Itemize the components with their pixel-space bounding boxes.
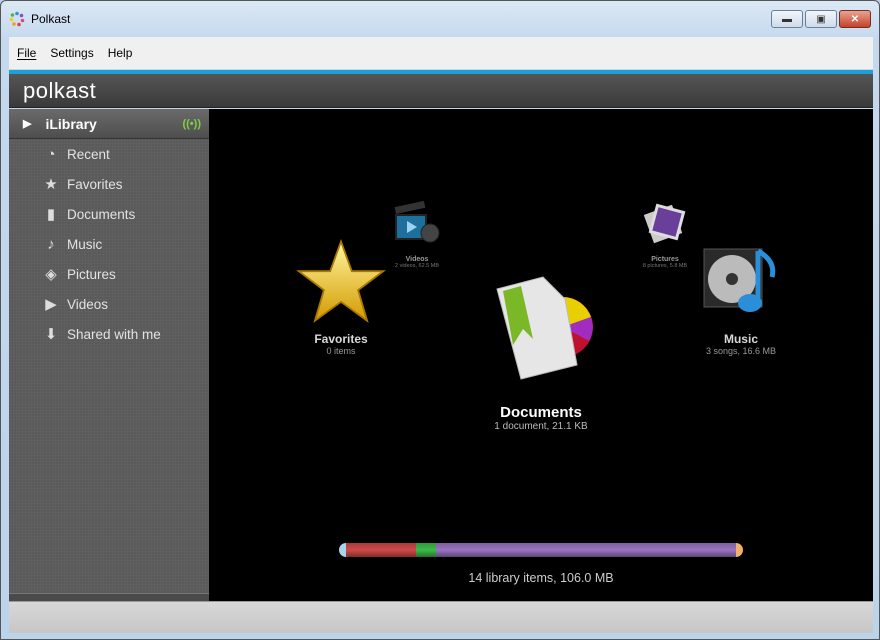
app-window: Polkast ▬ ▣ ✕ File Settings Help polkast… <box>0 0 880 640</box>
status-bar <box>9 601 873 633</box>
video-clapper-icon <box>394 200 440 243</box>
menu-bar: File Settings Help <box>9 37 873 69</box>
storage-bar-cap-left <box>339 543 346 557</box>
title-bar: Polkast <box>9 7 70 31</box>
clock-icon: ◔ <box>46 145 56 163</box>
sidebar-item-label: Videos <box>67 296 109 312</box>
tile-subtitle: 1 document, 21.1 KB <box>494 421 588 432</box>
menu-file[interactable]: File <box>17 46 36 60</box>
sidebar-footer <box>9 593 209 601</box>
sidebar-item-label: Pictures <box>67 266 116 282</box>
sidebar-item-videos[interactable]: ▶ Videos <box>9 289 209 319</box>
app-logo-icon <box>9 11 25 27</box>
library-carousel: Favorites 0 items Videos 2 videos, 62.5 … <box>209 109 873 601</box>
storage-bar-cap-right <box>735 543 743 557</box>
tile-subtitle: 2 videos, 62.5 MB <box>394 263 440 269</box>
tile-music[interactable]: Music 3 songs, 16.6 MB <box>693 241 789 356</box>
tile-videos[interactable]: Videos 2 videos, 62.5 MB <box>389 200 445 269</box>
close-icon: ✕ <box>850 13 860 25</box>
broadcast-icon: ((•)) <box>182 117 201 130</box>
tile-title: Pictures <box>651 256 679 263</box>
pictures-icon: ◈ <box>45 266 57 283</box>
star-icon <box>296 238 386 323</box>
maximize-icon: ▣ <box>816 13 826 25</box>
tile-subtitle: 0 items <box>326 346 356 356</box>
sidebar-item-label: Favorites <box>67 176 123 192</box>
music-note-icon: ♪ <box>47 235 55 253</box>
sidebar-item-documents[interactable]: ▮ Documents <box>9 199 209 229</box>
maximize-button[interactable]: ▣ <box>805 10 837 28</box>
music-cd-icon <box>703 248 776 312</box>
sidebar: ▶ iLibrary ((•)) ◔ Recent ★ Favorites ▮ Doc… <box>9 109 209 601</box>
expand-triangle-icon[interactable]: ▶ <box>23 117 31 130</box>
pictures-icon <box>643 203 686 244</box>
sidebar-item-label: Music <box>67 236 103 252</box>
sidebar-item-label: Recent <box>67 146 110 162</box>
menu-settings[interactable]: Settings <box>50 46 93 60</box>
sidebar-item-label: Shared with me <box>67 326 161 342</box>
brand-bar: polkast <box>9 74 873 108</box>
tile-title: Videos <box>405 256 429 263</box>
storage-bar-segment <box>435 543 736 557</box>
video-clapper-icon: ▶ <box>45 296 57 313</box>
sidebar-item-shared[interactable]: ⬇ Shared with me <box>9 319 209 349</box>
sidebar-header-ilibrary[interactable]: ▶ iLibrary ((•)) <box>9 109 209 139</box>
storage-bar-segment <box>416 543 436 557</box>
close-button[interactable]: ✕ <box>839 10 871 28</box>
menu-help[interactable]: Help <box>108 46 133 60</box>
minimize-icon: ▬ <box>782 13 792 25</box>
storage-bar <box>339 543 743 557</box>
window-title: Polkast <box>31 12 71 26</box>
sidebar-header-label: iLibrary <box>45 115 97 132</box>
tile-favorites[interactable]: Favorites 0 items <box>289 237 393 356</box>
document-chart-icon <box>496 276 593 380</box>
storage-summary: 14 library items, 106.0 MB <box>468 571 614 585</box>
tile-title: Documents <box>500 404 582 421</box>
tile-documents[interactable]: Documents 1 document, 21.1 KB <box>471 269 611 432</box>
star-icon: ★ <box>44 176 58 193</box>
tile-subtitle: 8 pictures, 5.8 MB <box>642 263 688 269</box>
minimize-button[interactable]: ▬ <box>771 10 803 28</box>
sidebar-item-recent[interactable]: ◔ Recent <box>9 139 209 169</box>
sidebar-item-label: Documents <box>67 206 136 222</box>
document-icon: ▮ <box>46 206 56 223</box>
tile-title: Music <box>723 332 758 346</box>
sidebar-item-pictures[interactable]: ◈ Pictures <box>9 259 209 289</box>
sidebar-item-favorites[interactable]: ★ Favorites <box>9 169 209 199</box>
tile-subtitle: 3 songs, 16.6 MB <box>705 346 777 356</box>
download-icon: ⬇ <box>44 326 58 343</box>
tile-pictures[interactable]: Pictures 8 pictures, 5.8 MB <box>637 199 693 269</box>
storage-bar-segment <box>346 543 417 557</box>
sidebar-item-music[interactable]: ♪ Music <box>9 229 209 259</box>
tile-title: Favorites <box>314 332 368 346</box>
brand-logo: polkast <box>23 78 97 103</box>
